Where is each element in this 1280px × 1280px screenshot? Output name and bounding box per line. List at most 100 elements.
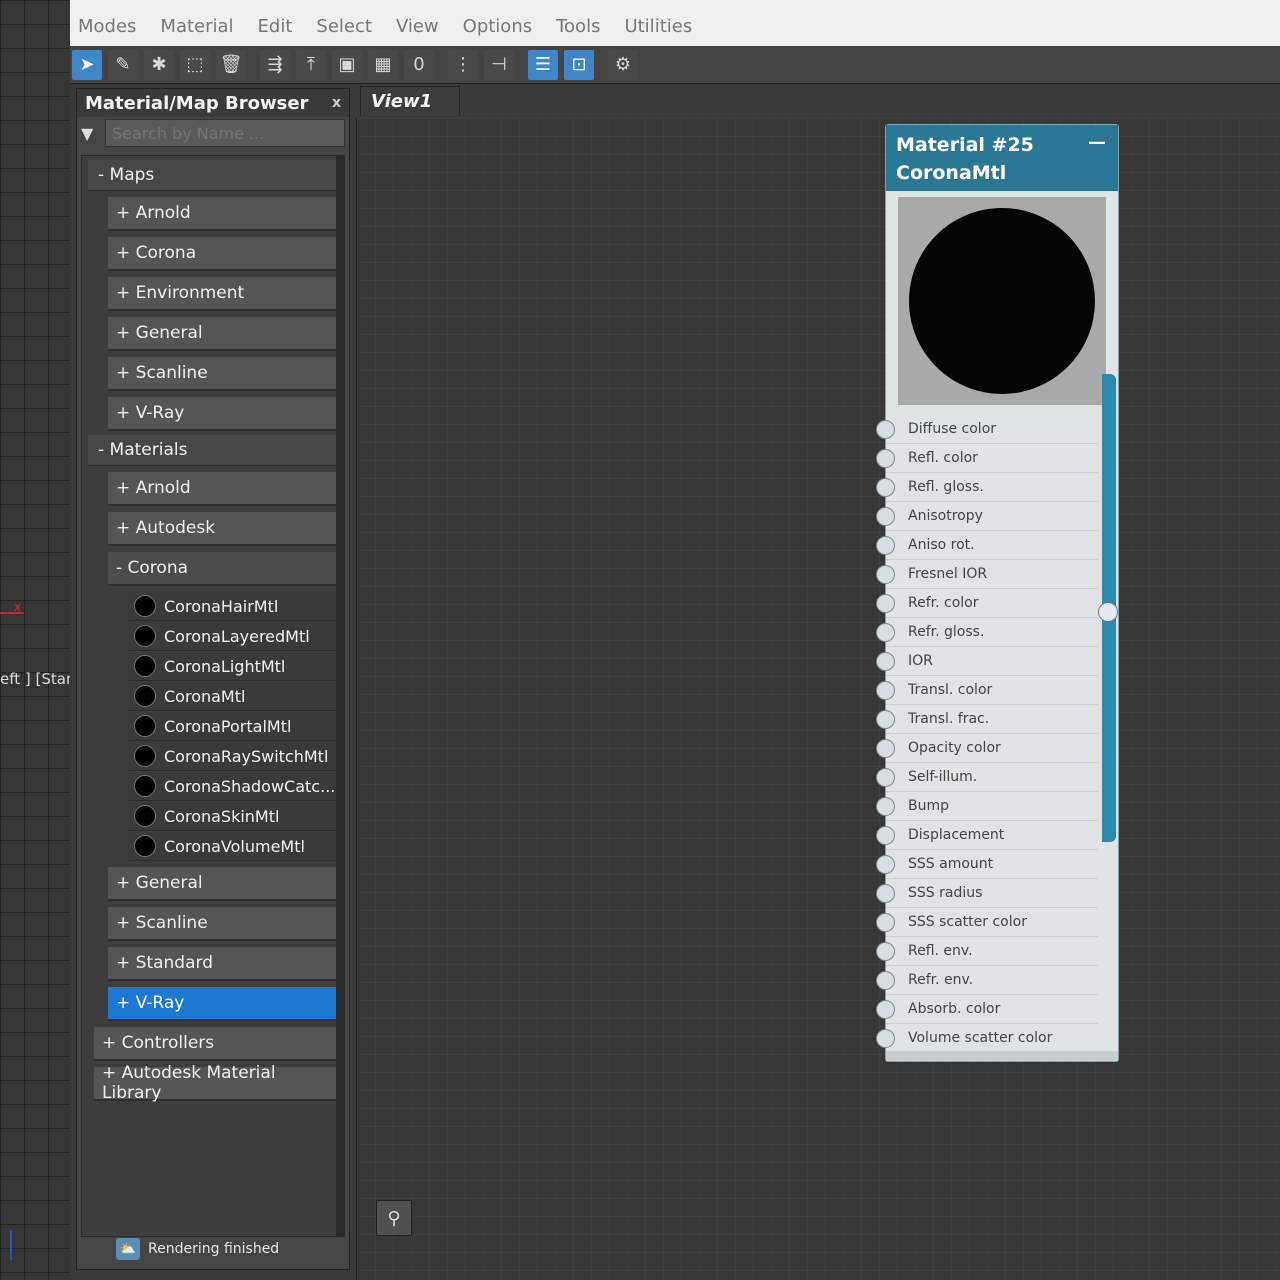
- material-type-item[interactable]: CoronaSkinMtl: [128, 802, 336, 831]
- slot-input-socket[interactable]: [876, 1029, 895, 1048]
- slot-input-socket[interactable]: [876, 971, 895, 990]
- slot-input-socket[interactable]: [876, 594, 895, 613]
- material-slot: SSS radius: [876, 879, 1098, 908]
- slot-label: Self-illum.: [908, 769, 978, 785]
- menu-view[interactable]: View: [396, 10, 439, 37]
- pick-material-icon[interactable]: ✱: [144, 49, 174, 80]
- material-slot: Displacement: [876, 821, 1098, 850]
- material-type-item[interactable]: CoronaRaySwitchMtl: [128, 742, 336, 771]
- node-view-canvas[interactable]: [356, 118, 1280, 1280]
- layout-vertical-icon[interactable]: ⋮: [448, 49, 478, 80]
- material-slot: Fresnel IOR: [876, 560, 1098, 589]
- slot-input-socket[interactable]: [876, 1000, 895, 1019]
- material-id-icon[interactable]: 0: [404, 49, 434, 80]
- material-type-label: CoronaSkinMtl: [164, 806, 280, 826]
- browser-group-0[interactable]: - Maps: [88, 160, 338, 191]
- slot-input-socket[interactable]: [876, 942, 895, 961]
- menu-options[interactable]: Options: [463, 10, 532, 37]
- material-swatch-icon: [134, 745, 156, 767]
- material-type-item[interactable]: CoronaLayeredMtl: [128, 622, 336, 651]
- material-type-item[interactable]: CoronaVolumeMtl: [128, 832, 336, 861]
- slot-input-socket[interactable]: [876, 536, 895, 555]
- move-children-icon[interactable]: ⤒: [296, 49, 326, 80]
- search-input[interactable]: [105, 119, 345, 147]
- x-axis-label: x: [14, 600, 22, 614]
- browser-category[interactable]: - Corona: [108, 552, 336, 586]
- browser-category[interactable]: + Scanline: [108, 357, 336, 391]
- eyedropper-icon[interactable]: ✎: [108, 49, 138, 80]
- browser-category[interactable]: + V-Ray: [108, 397, 336, 431]
- node-resize-footer[interactable]: [886, 1051, 1118, 1061]
- select-arrow-icon[interactable]: ➤: [72, 49, 102, 80]
- browser-group-bottom[interactable]: + Controllers: [94, 1027, 336, 1061]
- slot-input-socket[interactable]: [876, 681, 895, 700]
- browser-icon[interactable]: ⊡: [564, 49, 594, 80]
- browser-category[interactable]: + Corona: [108, 237, 336, 271]
- slot-input-socket[interactable]: [876, 710, 895, 729]
- menu-edit[interactable]: Edit: [258, 10, 293, 37]
- slot-input-socket[interactable]: [876, 420, 895, 439]
- material-type-item[interactable]: CoronaLightMtl: [128, 652, 336, 681]
- slot-input-socket[interactable]: [876, 884, 895, 903]
- slot-input-socket[interactable]: [876, 652, 895, 671]
- browser-category[interactable]: + Scanline: [108, 907, 336, 941]
- slot-label: Volume scatter color: [908, 1030, 1053, 1046]
- slot-input-socket[interactable]: [876, 478, 895, 497]
- slot-input-socket[interactable]: [876, 623, 895, 642]
- layout-horizontal-icon[interactable]: ⊣: [484, 49, 514, 80]
- slot-input-socket[interactable]: [876, 913, 895, 932]
- node-output-socket[interactable]: [1098, 602, 1118, 622]
- material-node-header[interactable]: Material #25 CoronaMtl —: [886, 125, 1118, 191]
- parameter-editor-icon[interactable]: ☰: [528, 49, 558, 80]
- node-minimize-button[interactable]: —: [1088, 129, 1106, 157]
- browser-category[interactable]: + Environment: [108, 277, 336, 311]
- material-type-item[interactable]: CoronaHairMtl: [128, 592, 336, 621]
- browser-category[interactable]: + General: [108, 317, 336, 351]
- browser-group-bottom[interactable]: + Autodesk Material Library: [94, 1063, 336, 1103]
- menu-utilities[interactable]: Utilities: [624, 10, 692, 37]
- side-viewport[interactable]: x eft ] [Standa: [0, 0, 71, 1280]
- browser-category[interactable]: + Standard: [108, 947, 336, 981]
- browser-category[interactable]: + Arnold: [108, 472, 336, 506]
- material-type-label: CoronaShadowCatc...: [164, 776, 336, 796]
- checker-background-icon[interactable]: ▦: [368, 49, 398, 80]
- browser-category[interactable]: + Autodesk: [108, 512, 336, 546]
- slot-input-socket[interactable]: [876, 507, 895, 526]
- slot-label: Refr. color: [908, 595, 979, 611]
- browser-close-button[interactable]: x: [332, 95, 341, 111]
- material-type-item[interactable]: CoronaPortalMtl: [128, 712, 336, 741]
- browser-category[interactable]: + Arnold: [108, 197, 336, 231]
- delete-icon[interactable]: 🗑: [216, 49, 246, 80]
- slot-input-socket[interactable]: [876, 768, 895, 787]
- menu-select[interactable]: Select: [316, 10, 372, 37]
- material-type-item[interactable]: CoronaShadowCatc...: [128, 772, 336, 801]
- layout-tree-icon[interactable]: ⇶: [260, 49, 290, 80]
- material-node[interactable]: Material #25 CoronaMtl — Diffuse color Re…: [876, 124, 1119, 1062]
- menu-material[interactable]: Material: [160, 10, 233, 37]
- tab-view1[interactable]: View1: [360, 86, 460, 116]
- slot-input-socket[interactable]: [876, 739, 895, 758]
- slot-input-socket[interactable]: [876, 449, 895, 468]
- material-slot: Absorb. color: [876, 995, 1098, 1024]
- material-type-item[interactable]: CoronaMtl: [128, 682, 336, 711]
- browser-scrollbar[interactable]: [336, 156, 344, 1236]
- menu-tools[interactable]: Tools: [556, 10, 600, 37]
- browser-category[interactable]: + V-Ray: [108, 987, 336, 1021]
- show-map-icon[interactable]: ▣: [332, 49, 362, 80]
- slot-input-socket[interactable]: [876, 855, 895, 874]
- navigator-binoculars-icon[interactable]: ⚲: [376, 1200, 412, 1236]
- material-preview[interactable]: [898, 197, 1106, 405]
- select-by-material-icon[interactable]: ⚙: [608, 49, 638, 80]
- material-swatch-icon: [134, 625, 156, 647]
- browser-options-icon[interactable]: ▼: [81, 124, 105, 143]
- browser-search-row: ▼: [77, 117, 349, 149]
- viewport-label[interactable]: eft ] [Standa: [0, 670, 70, 688]
- slot-input-socket[interactable]: [876, 565, 895, 584]
- slot-input-socket[interactable]: [876, 797, 895, 816]
- browser-group-1[interactable]: - Materials: [88, 435, 338, 466]
- material-slot: Aniso rot.: [876, 531, 1098, 560]
- assign-material-icon[interactable]: ⬚: [180, 49, 210, 80]
- slot-input-socket[interactable]: [876, 826, 895, 845]
- menu-modes[interactable]: Modes: [78, 10, 136, 37]
- browser-category[interactable]: + General: [108, 867, 336, 901]
